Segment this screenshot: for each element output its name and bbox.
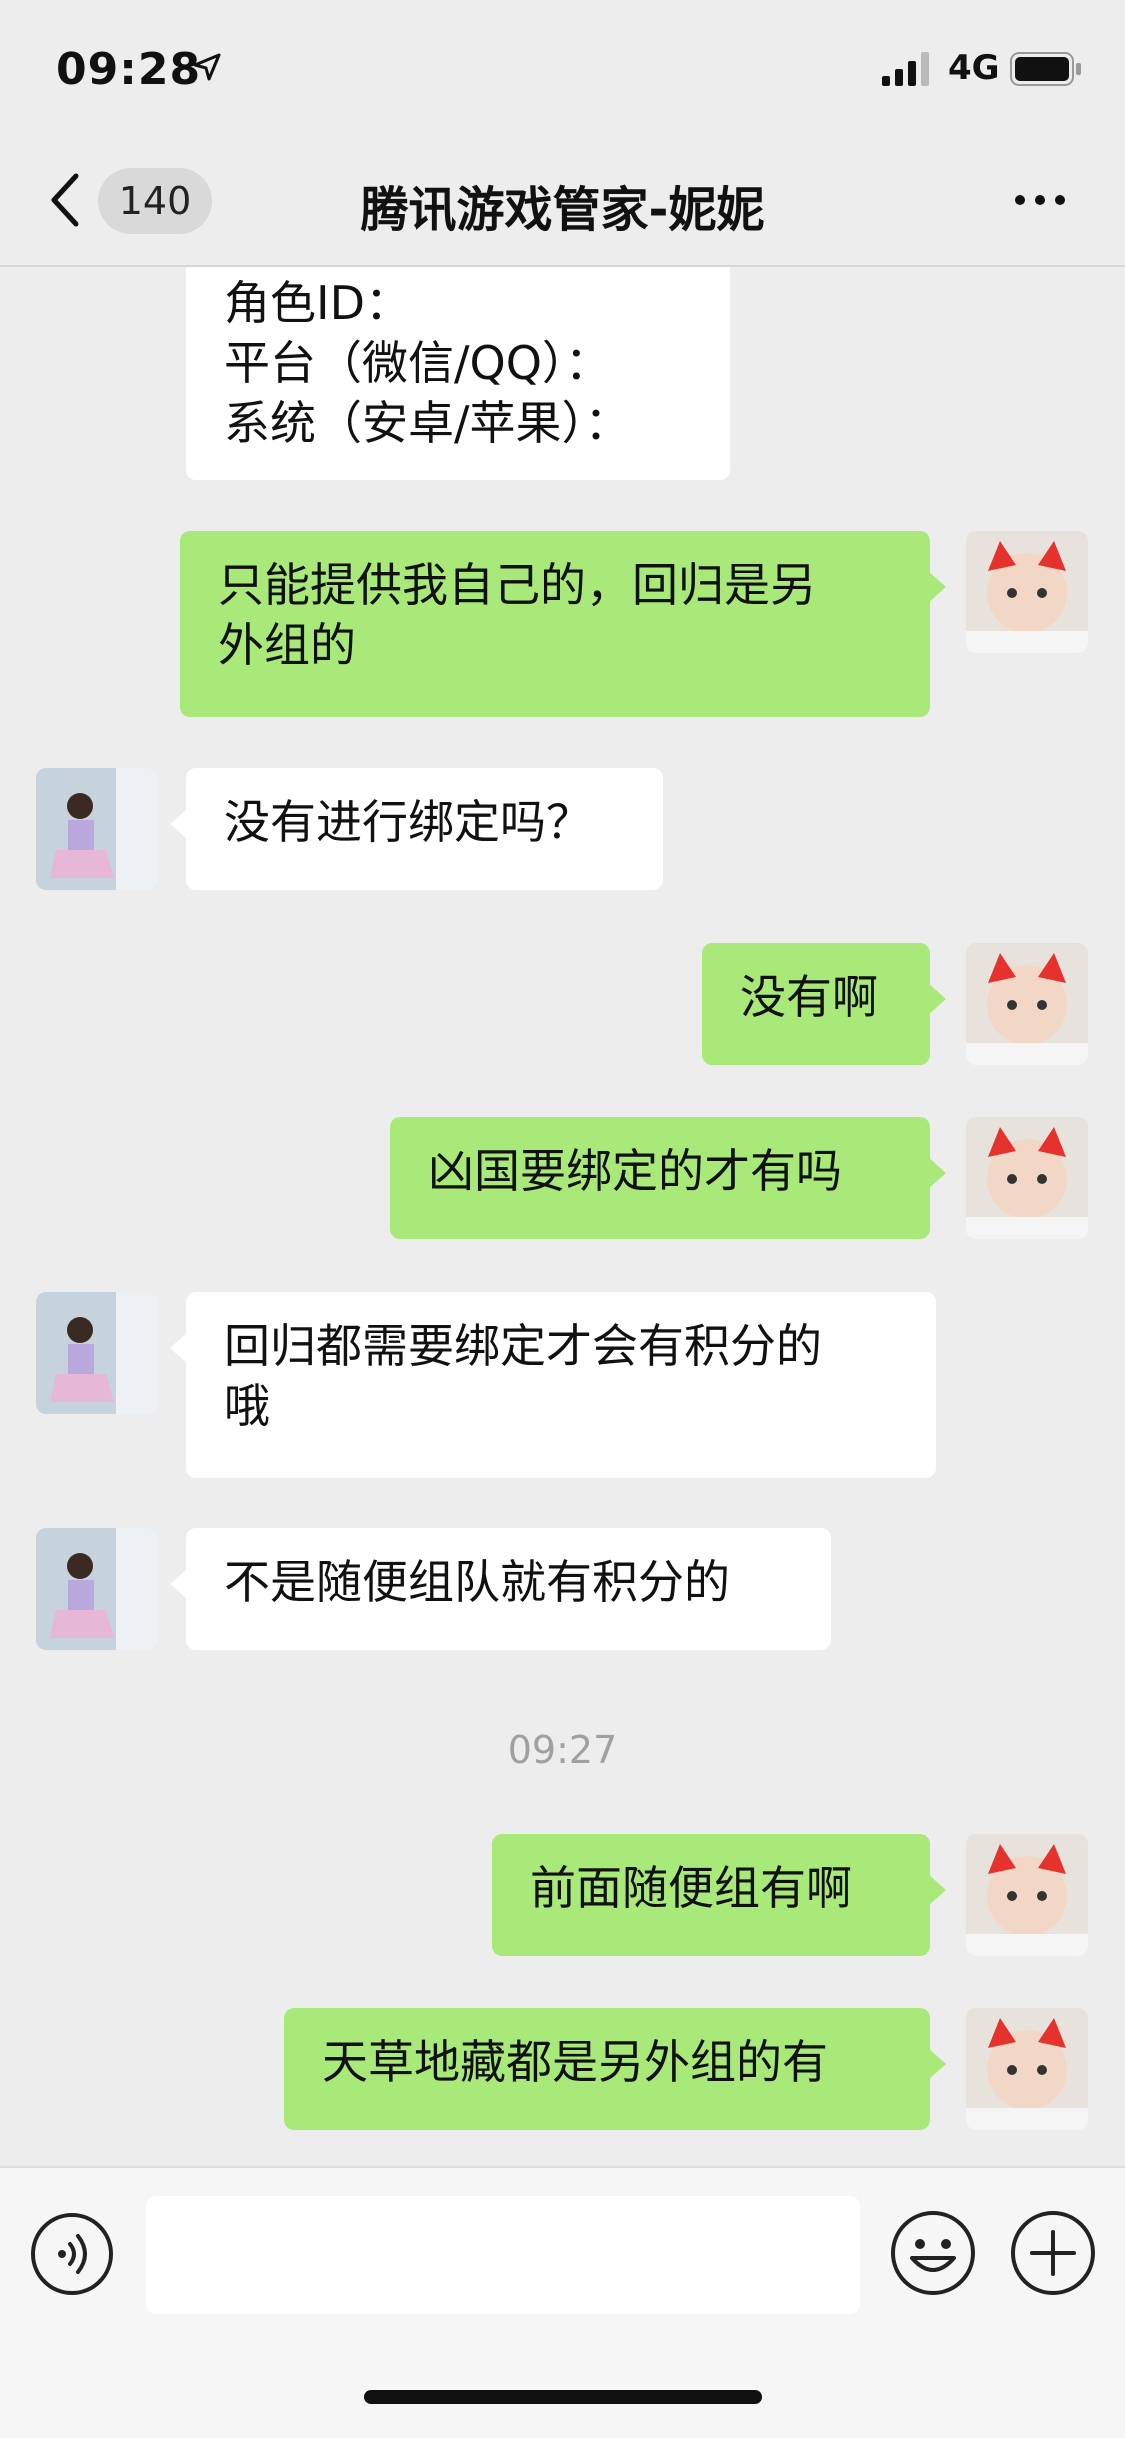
my-avatar[interactable] (966, 2008, 1088, 2130)
voice-icon[interactable] (30, 2212, 114, 2296)
chat-title: 腾讯游戏管家-妮妮 (360, 182, 765, 238)
status-bar: 09:28 4G (0, 0, 1125, 140)
battery-icon (1010, 52, 1081, 86)
location-arrow-icon (193, 53, 221, 81)
chat-header: 140 腾讯游戏管家-妮妮 (0, 140, 1125, 267)
more-dots-icon[interactable] (1010, 180, 1070, 220)
message-line: 平台（微信/QQ）： (224, 336, 611, 390)
message-line: 前面随便组有啊 (530, 1861, 852, 1915)
emoji-icon[interactable] (890, 2210, 976, 2296)
message-bubble-sent[interactable]: 只能提供我自己的，回归是另 外组的 (180, 531, 946, 717)
contact-avatar[interactable] (36, 1292, 158, 1414)
contact-avatar[interactable] (36, 1528, 158, 1650)
message-line: 没有啊 (740, 970, 878, 1024)
message-timestamp: 09:27 (507, 1728, 618, 1772)
my-avatar[interactable] (966, 943, 1088, 1065)
status-time: 09:28 (56, 44, 202, 95)
message-line: 只能提供我自己的，回归是另 (218, 558, 816, 612)
message-line: 系统（安卓/苹果）： (224, 396, 631, 450)
home-indicator[interactable] (364, 2390, 762, 2404)
message-line: 角色ID： (224, 276, 411, 330)
message-bubble-received[interactable]: 不是随便组队就有积分的 (170, 1528, 831, 1650)
message-line: 凶国要绑定的才有吗 (428, 1144, 842, 1198)
input-bar (0, 2166, 1125, 2438)
message-bubble-sent[interactable]: 凶国要绑定的才有吗 (390, 1117, 946, 1239)
message-bubble-sent[interactable]: 前面随便组有啊 (492, 1834, 946, 1956)
message-line: 哦 (224, 1379, 270, 1433)
message-line: 没有进行绑定吗？ (224, 795, 592, 849)
message-line: 天草地藏都是另外组的有 (322, 2035, 828, 2089)
message-line: 外组的 (218, 618, 356, 672)
my-avatar[interactable] (966, 1117, 1088, 1239)
my-avatar[interactable] (966, 531, 1088, 653)
contact-avatar[interactable] (36, 768, 158, 890)
message-bubble-received[interactable]: 没有进行绑定吗？ (170, 768, 663, 890)
message-bubble-sent[interactable]: 天草地藏都是另外组的有 (284, 2008, 946, 2130)
message-input[interactable] (146, 2196, 860, 2314)
plus-icon[interactable] (1010, 2210, 1096, 2296)
message-list[interactable]: 角色ID： 平台（微信/QQ）： 系统（安卓/苹果）： 只能提供我自己的，回归是… (0, 267, 1125, 2167)
network-type: 4G (948, 48, 1000, 88)
message-bubble-received[interactable]: 回归都需要绑定才会有积分的 哦 (170, 1292, 936, 1478)
message-bubble-sent[interactable]: 没有啊 (702, 943, 946, 1065)
my-avatar[interactable] (966, 1834, 1088, 1956)
message-bubble-received[interactable]: 角色ID： 平台（微信/QQ）： 系统（安卓/苹果）： (186, 267, 730, 480)
message-line: 回归都需要绑定才会有积分的 (224, 1319, 822, 1373)
signal-icon (882, 52, 929, 86)
message-line: 不是随便组队就有积分的 (224, 1555, 730, 1609)
